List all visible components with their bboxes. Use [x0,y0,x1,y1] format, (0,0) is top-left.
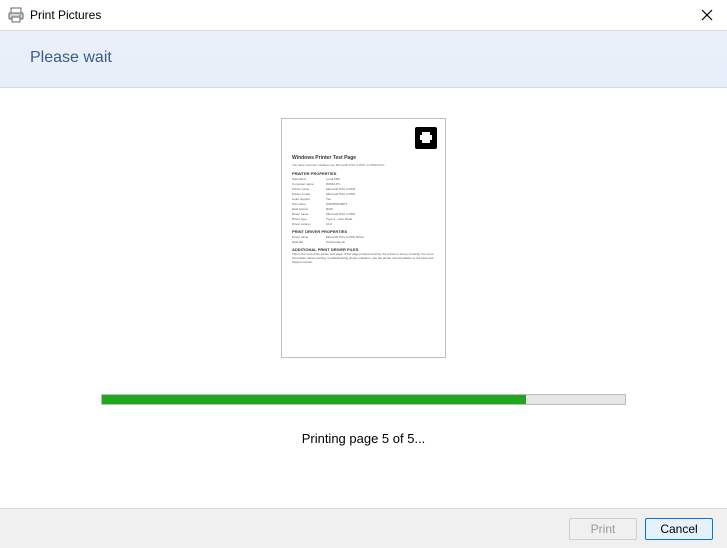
preview-row: Printer nameMicrosoft Print to PDF [292,187,435,191]
print-button: Print [569,518,637,540]
preview-section-printer: PRINTER PROPERTIES [292,171,435,176]
preview-row: Driver version10.0 [292,222,435,226]
printer-icon [415,127,437,149]
progress-fill [102,395,526,404]
preview-row: Color supportYes [292,197,435,201]
titlebar: Print Pictures [0,0,727,30]
banner-heading: Please wait [30,49,697,67]
preview-row: Computer nameWIN10-PC [292,182,435,186]
preview-subline: You have correctly installed your Micros… [292,163,435,167]
progress-bar [101,394,626,405]
window-title: Print Pictures [30,8,101,22]
page-preview: Windows Printer Test Page You have corre… [281,118,446,358]
printer-app-icon [8,7,24,23]
close-button[interactable] [697,5,717,25]
preview-row: Driver nameMicrosoft Print to PDF Driver [292,235,435,239]
footer: Print Cancel [0,508,727,548]
status-text: Printing page 5 of 5... [302,431,426,446]
preview-doc-title: Windows Printer Test Page [292,155,435,161]
preview-row: Driver typeType 4 - User Mode [292,217,435,221]
cancel-button[interactable]: Cancel [645,518,713,540]
preview-row: Printer modelMicrosoft Print to PDF [292,192,435,196]
banner: Please wait [0,30,727,88]
preview-row: Data filePrintConfig.dll [292,240,435,244]
preview-paragraph: This is the end of the printer test page… [292,253,435,265]
preview-row: Port namePORTPROMPT: [292,202,435,206]
preview-row: SubmittedLocal PDF [292,177,435,181]
preview-row: Driver nameMicrosoft Print to PDF [292,212,435,216]
preview-section-driver: PRINT DRIVER PROPERTIES [292,229,435,234]
content-area: Windows Printer Test Page You have corre… [0,88,727,483]
preview-row: Data formatRAW [292,207,435,211]
